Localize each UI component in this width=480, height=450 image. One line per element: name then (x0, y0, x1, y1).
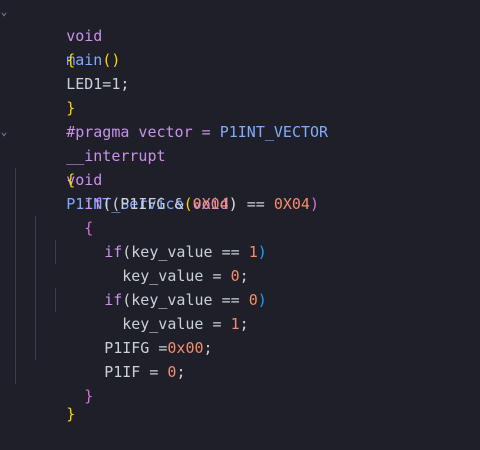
code-editor[interactable]: ⌄ void main() { LED1=1; } #pragma vector… (0, 0, 480, 423)
code-line[interactable]: #pragma vector = P1INT_VECTOR (0, 96, 480, 141)
code-line[interactable]: ⌄ __interrupt void P1INT_Service(void) (0, 120, 480, 213)
code-line[interactable]: P1IFG =0x00; (0, 312, 480, 357)
bracket-token: } (66, 405, 76, 423)
code-line[interactable]: { (0, 144, 480, 189)
chevron-down-icon[interactable]: ⌄ (0, 124, 8, 140)
code-line[interactable]: key_value = 0; (0, 240, 480, 285)
code-line[interactable]: LED1=1; (0, 48, 480, 93)
code-line[interactable]: } (0, 378, 480, 423)
code-line[interactable]: if((P1IFG & 0X04) == 0X04) (0, 168, 480, 213)
code-line[interactable]: key_value = 1; (0, 288, 480, 333)
code-line[interactable]: { (0, 24, 480, 69)
code-line[interactable]: P1IF = 0; (0, 336, 480, 381)
code-line[interactable]: if(key_value == 0) (0, 264, 480, 309)
chevron-down-icon[interactable]: ⌄ (0, 4, 8, 20)
code-line[interactable]: { (0, 192, 480, 237)
code-line[interactable]: if(key_value == 1) (0, 216, 480, 261)
code-line[interactable]: } (0, 72, 480, 117)
code-line[interactable]: ⌄ void main() (0, 0, 480, 69)
